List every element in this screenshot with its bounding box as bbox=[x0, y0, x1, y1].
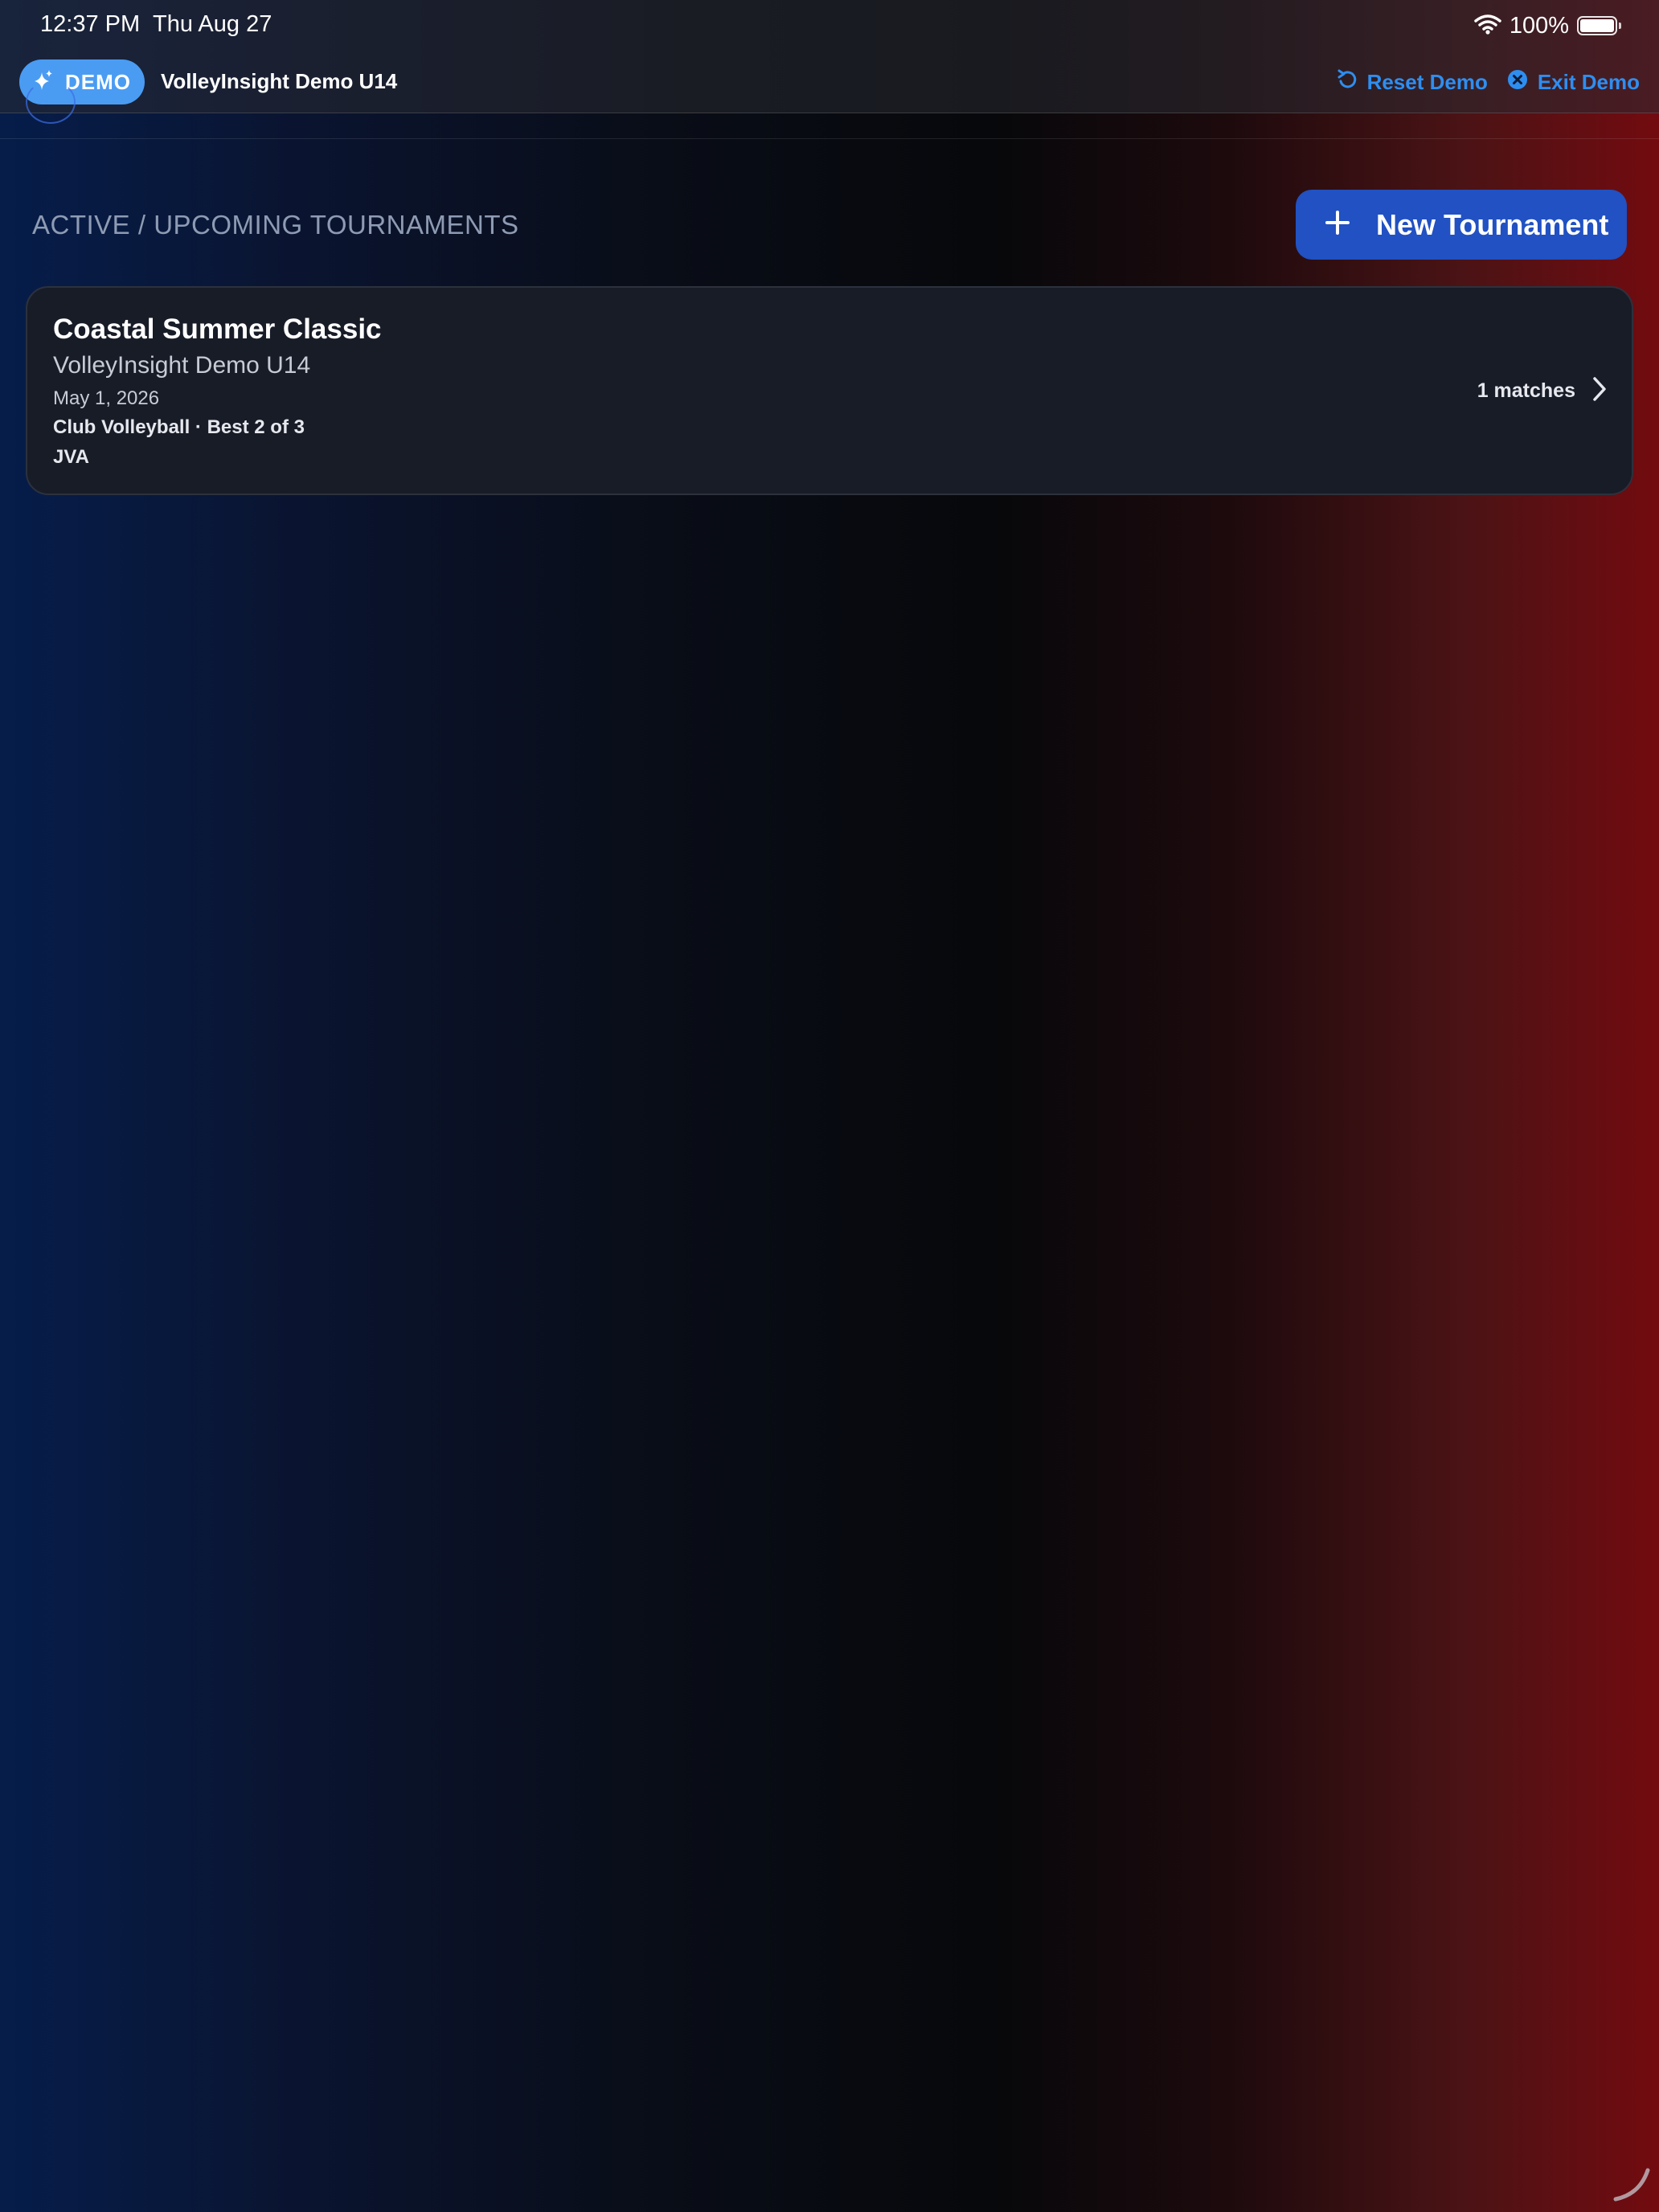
section-title: ACTIVE / UPCOMING TOURNAMENTS bbox=[32, 210, 519, 240]
demo-actions: Reset Demo Exit Demo bbox=[1337, 63, 1640, 101]
reset-demo-label: Reset Demo bbox=[1366, 69, 1488, 94]
resize-grabber-icon[interactable] bbox=[1611, 2164, 1651, 2204]
tournament-format: Club Volleyball · Best 2 of 3 bbox=[53, 416, 305, 438]
tournament-match-count: 1 matches bbox=[1477, 379, 1575, 402]
battery-percent: 100% bbox=[1509, 12, 1569, 39]
plus-icon bbox=[1325, 210, 1350, 240]
exit-demo-button[interactable]: Exit Demo bbox=[1507, 69, 1640, 96]
status-indicators: 100% bbox=[1474, 11, 1621, 40]
exit-demo-label: Exit Demo bbox=[1537, 69, 1640, 94]
demo-team-name: VolleyInsight Demo U14 bbox=[161, 69, 398, 93]
tournament-team: VolleyInsight Demo U14 bbox=[53, 352, 311, 379]
partial-toolbar-button[interactable] bbox=[26, 80, 76, 124]
tournament-card[interactable]: Coastal Summer Classic VolleyInsight Dem… bbox=[26, 286, 1633, 495]
status-date: Thu Aug 27 bbox=[153, 11, 272, 37]
status-time: 12:37 PM bbox=[40, 11, 141, 37]
demo-bar: DEMO VolleyInsight Demo U14 Reset Demo E… bbox=[0, 51, 1659, 113]
reset-demo-button[interactable]: Reset Demo bbox=[1337, 68, 1488, 96]
tournament-organization: JVA bbox=[53, 446, 89, 468]
chevron-right-icon bbox=[1591, 376, 1608, 406]
tournament-date: May 1, 2026 bbox=[53, 387, 160, 409]
new-tournament-button[interactable]: New Tournament bbox=[1296, 190, 1627, 260]
battery-full-icon bbox=[1577, 16, 1621, 35]
status-bar: 12:37 PM Thu Aug 27 100% bbox=[0, 0, 1659, 51]
tournament-name: Coastal Summer Classic bbox=[53, 313, 382, 345]
demo-badge-label: DEMO bbox=[65, 69, 131, 94]
close-circle-icon bbox=[1507, 69, 1528, 96]
toolbar-divider bbox=[0, 138, 1659, 139]
new-tournament-label: New Tournament bbox=[1376, 207, 1609, 241]
reset-arrow-icon bbox=[1337, 68, 1358, 96]
tournament-matches-summary: 1 matches bbox=[1477, 376, 1608, 406]
wifi-icon bbox=[1474, 14, 1501, 39]
